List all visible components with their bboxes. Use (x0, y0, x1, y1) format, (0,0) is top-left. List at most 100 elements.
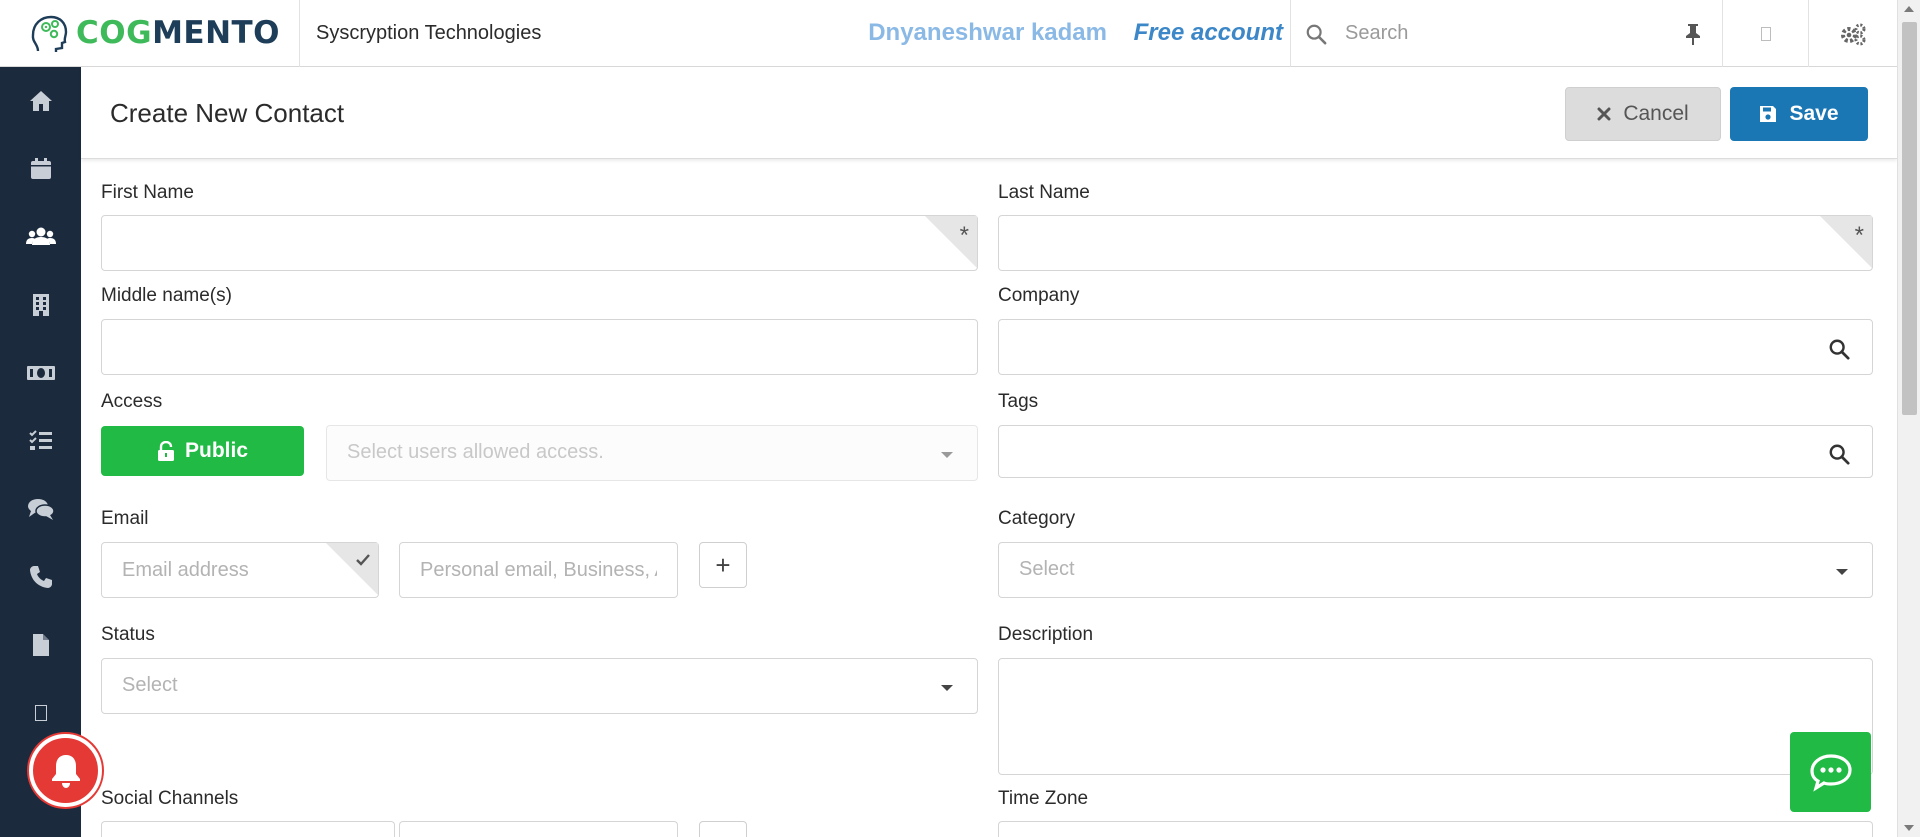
home-icon (29, 91, 52, 111)
time-zone-select[interactable] (998, 821, 1873, 837)
bell-icon (51, 754, 80, 788)
email-type-input[interactable] (400, 543, 677, 597)
global-search (1290, 0, 1722, 67)
cogs-icon (1841, 23, 1866, 45)
page-header: Create New Contact Cancel Save (81, 67, 1897, 159)
email-label: Email (101, 508, 149, 529)
access-label: Access (101, 391, 163, 412)
middle-name-label: Middle name(s) (101, 285, 232, 306)
document-icon (32, 634, 49, 656)
social-channels-label: Social Channels (101, 788, 239, 809)
chevron-down-icon (941, 685, 953, 691)
search-input[interactable] (1345, 22, 1645, 45)
sidebar-item-documents[interactable] (0, 611, 81, 679)
required-mark: * (1854, 222, 1864, 249)
last-name-field[interactable]: * (998, 215, 1873, 271)
save-label: Save (1789, 102, 1839, 125)
category-label: Category (998, 508, 1076, 529)
check-icon (356, 554, 370, 566)
pin-icon[interactable] (1683, 22, 1703, 46)
access-users-select[interactable]: Select users allowed access. (326, 425, 978, 481)
sidebar-item-contacts[interactable] (0, 203, 81, 271)
cancel-label: Cancel (1623, 102, 1689, 125)
last-name-label: Last Name (998, 182, 1090, 203)
search-icon (1829, 339, 1850, 360)
tags-label: Tags (998, 391, 1039, 412)
logo[interactable]: COGMENTO (0, 0, 300, 67)
close-icon (1597, 107, 1611, 121)
settings-button[interactable] (1808, 0, 1897, 67)
sidebar-item-tasks[interactable] (0, 407, 81, 475)
company-field[interactable] (998, 319, 1873, 375)
save-button[interactable]: Save (1730, 87, 1868, 141)
public-label: Public (184, 439, 248, 462)
required-corner: * (1820, 216, 1872, 272)
description-label: Description (998, 624, 1094, 645)
page-title: Create New Contact (110, 98, 345, 128)
scroll-up-arrow[interactable] (1904, 6, 1914, 12)
brain-head-icon (31, 15, 68, 52)
search-icon (1829, 444, 1850, 465)
company-label: Company (998, 285, 1080, 306)
sidebar-item-calls[interactable] (0, 543, 81, 611)
access-users-placeholder: Select users allowed access. (347, 441, 604, 463)
time-zone-label: Time Zone (998, 788, 1089, 809)
notifications-button[interactable] (29, 734, 102, 807)
social-channel-input[interactable] (399, 821, 678, 837)
middle-name-field[interactable] (101, 319, 978, 375)
last-name-input[interactable] (999, 216, 1872, 270)
social-channel-select[interactable] (101, 821, 395, 837)
tags-input[interactable] (999, 426, 1872, 477)
phone-icon (29, 566, 52, 588)
tags-field[interactable] (998, 425, 1873, 478)
chevron-down-icon (941, 452, 953, 458)
square-icon (1760, 26, 1771, 41)
status-select[interactable]: Select (101, 658, 978, 714)
money-icon (26, 366, 55, 380)
scrollbar-thumb[interactable] (1902, 22, 1917, 415)
tasks-icon (28, 430, 52, 450)
scroll-down-arrow[interactable] (1904, 825, 1914, 831)
email-type-field[interactable] (399, 542, 678, 598)
middle-name-input[interactable] (102, 320, 977, 374)
status-label: Status (101, 624, 155, 645)
add-social-button[interactable] (699, 821, 747, 837)
category-select[interactable]: Select (998, 542, 1873, 598)
chat-support-button[interactable] (1790, 732, 1871, 812)
comments-icon (27, 499, 55, 520)
calendar-icon (30, 158, 51, 179)
description-textarea[interactable] (998, 658, 1873, 775)
company-input[interactable] (999, 320, 1872, 374)
search-icon (1306, 24, 1327, 44)
cancel-button[interactable]: Cancel (1565, 87, 1721, 141)
unlock-icon (157, 441, 174, 461)
square-icon (34, 705, 47, 721)
email-field[interactable] (101, 542, 379, 598)
sidebar-item-home[interactable] (0, 67, 81, 135)
chevron-down-icon (1836, 569, 1848, 575)
sidebar-item-calendar[interactable] (0, 135, 81, 203)
first-name-field[interactable]: * (101, 215, 978, 271)
user-name-link[interactable]: Dnyaneshwar kadam (860, 19, 1107, 47)
floppy-disk-icon (1760, 106, 1777, 122)
logo-wordmark: COGMENTO (76, 15, 281, 51)
valid-corner (326, 543, 378, 599)
first-name-label: First Name (101, 182, 194, 203)
chat-bubble-icon (1809, 754, 1852, 792)
status-value: Select (122, 674, 178, 696)
required-mark: * (959, 222, 969, 249)
page-scrollbar[interactable] (1897, 0, 1920, 837)
add-email-button[interactable]: + (699, 542, 747, 588)
sidebar-item-messages[interactable] (0, 475, 81, 543)
building-icon (32, 294, 49, 316)
company-name: Syscryption Technologies (316, 21, 542, 44)
plan-link[interactable]: Free account (1107, 19, 1283, 47)
sidebar-item-deals[interactable] (0, 339, 81, 407)
first-name-input[interactable] (102, 216, 977, 270)
toolbar-button[interactable] (1722, 0, 1808, 67)
sidebar-item-companies[interactable] (0, 271, 81, 339)
sidebar (0, 67, 81, 837)
contact-form: First Name * Last Name * Middle name(s) … (81, 159, 1897, 837)
public-access-button[interactable]: Public (101, 426, 304, 476)
category-value: Select (1019, 558, 1075, 580)
